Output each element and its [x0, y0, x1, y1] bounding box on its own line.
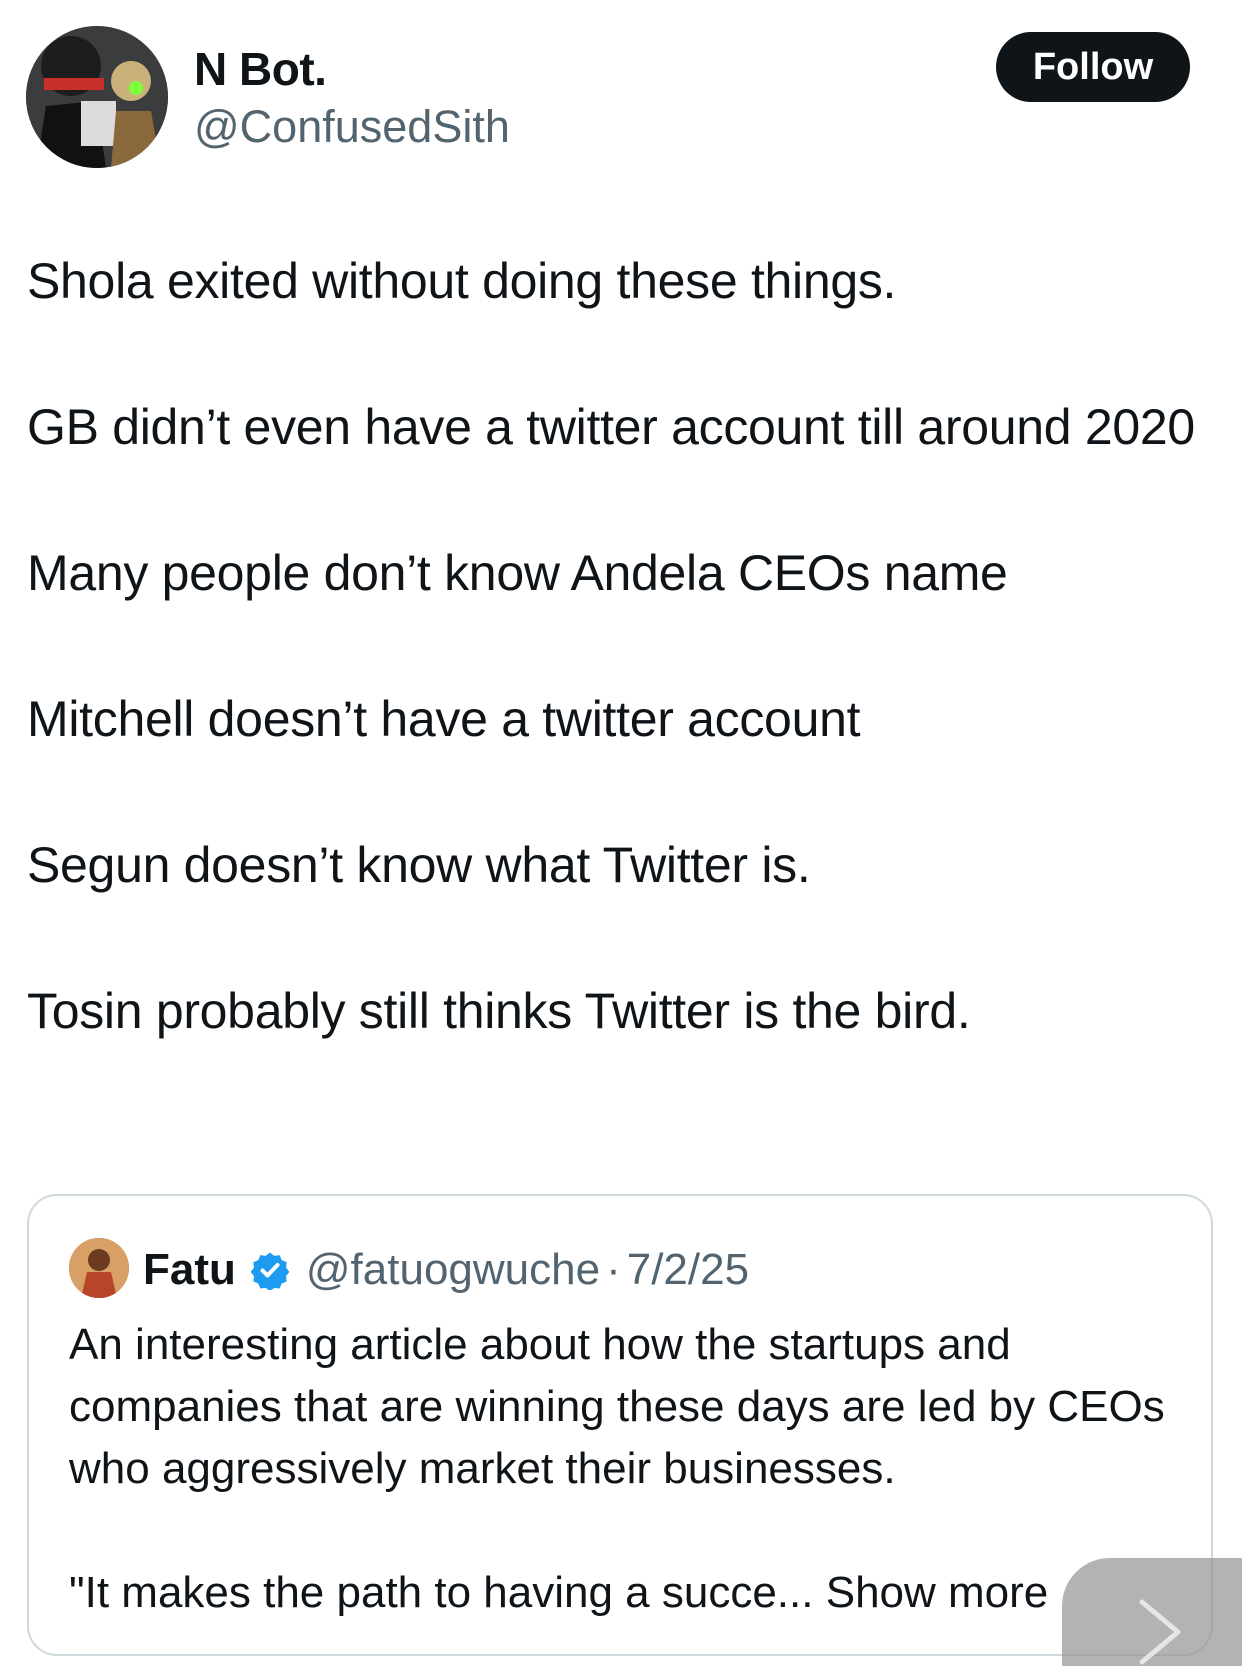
quoted-tweet-header: Fatu @fatuogwuche · 7/2/25: [143, 1240, 749, 1300]
quoted-avatar-image: [69, 1238, 129, 1298]
tweet-paragraph: Mitchell doesn’t have a twitter account: [27, 691, 861, 747]
avatar-image: [26, 26, 168, 168]
quoted-truncated-text: "It makes the path to having a succe...: [69, 1568, 814, 1617]
quoted-author-avatar: [69, 1238, 129, 1298]
tweet-paragraph: Many people don’t know Andela CEOs name: [27, 545, 1008, 601]
author-avatar[interactable]: [26, 26, 168, 168]
tweet-paragraph: Segun doesn’t know what Twitter is.: [27, 837, 811, 893]
next-button[interactable]: [1062, 1558, 1242, 1666]
separator-dot: ·: [606, 1245, 621, 1294]
quoted-author-name: Fatu: [143, 1245, 236, 1294]
quoted-tweet-date: 7/2/25: [626, 1245, 750, 1294]
tweet-paragraph: Tosin probably still thinks Twitter is t…: [27, 983, 971, 1039]
quoted-tweet-text: An interesting article about how the sta…: [69, 1314, 1179, 1624]
quoted-paragraph-truncated: "It makes the path to having a succe... …: [69, 1562, 1179, 1624]
follow-button[interactable]: Follow: [996, 32, 1190, 102]
tweet-text: Shola exited without doing these things.…: [27, 244, 1217, 1120]
author-handle[interactable]: @ConfusedSith: [194, 100, 510, 154]
verified-badge-icon: [250, 1252, 290, 1290]
tweet-paragraph: Shola exited without doing these things.: [27, 253, 897, 309]
chevron-right-icon: [1139, 1599, 1181, 1665]
quoted-author-handle: @fatuogwuche: [305, 1245, 601, 1294]
tweet-paragraph: GB didn’t even have a twitter account ti…: [27, 399, 1195, 455]
author-display-name[interactable]: N Bot.: [194, 42, 327, 96]
quoted-tweet-card[interactable]: Fatu @fatuogwuche · 7/2/25 An interestin…: [27, 1194, 1213, 1656]
show-more-link[interactable]: Show more: [826, 1568, 1049, 1617]
quoted-paragraph: An interesting article about how the sta…: [69, 1320, 1165, 1493]
